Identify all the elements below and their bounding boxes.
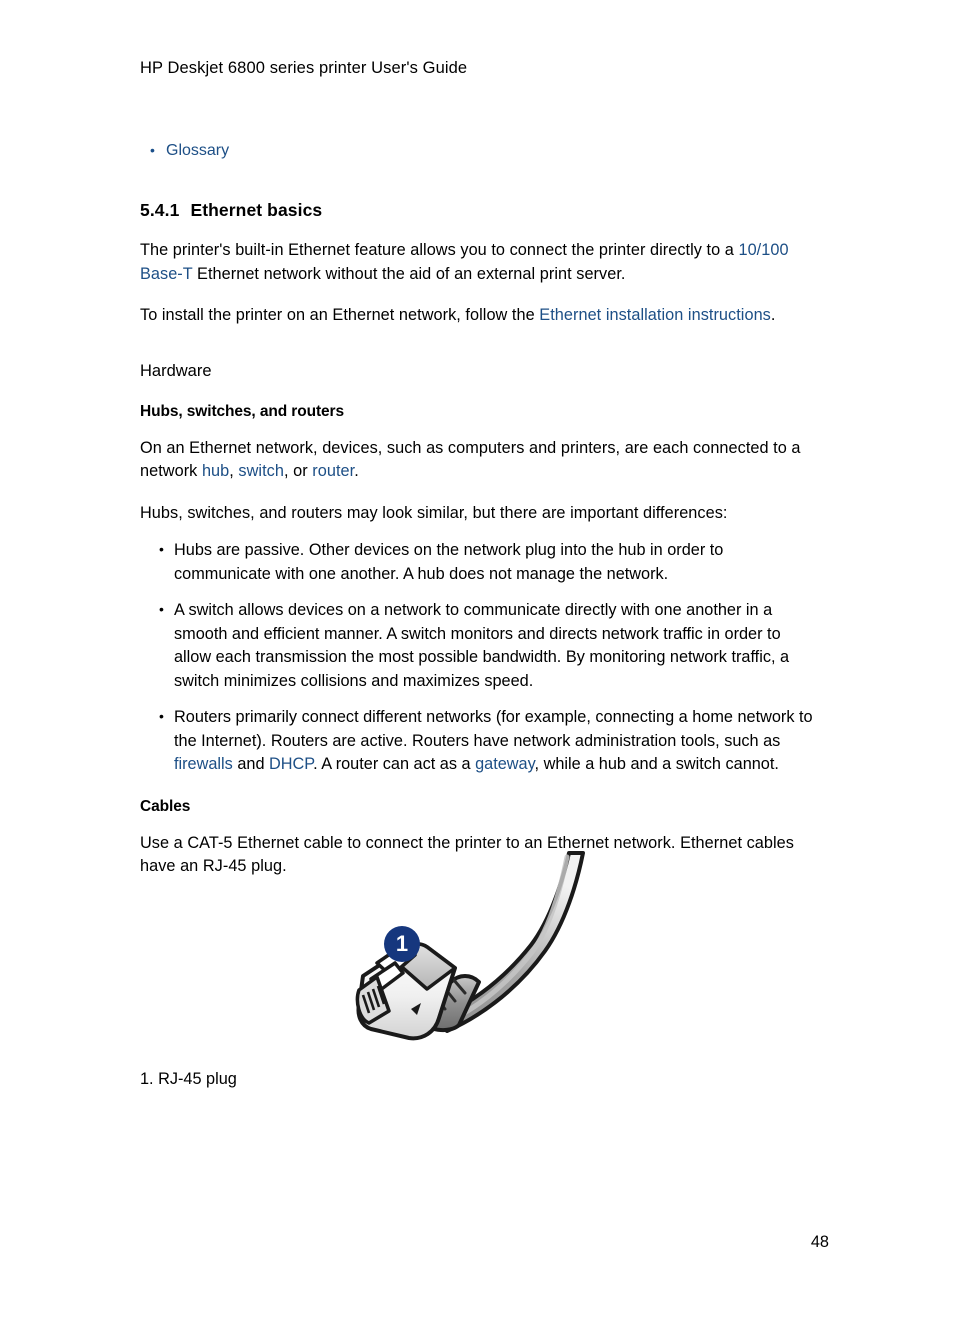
hardware-paragraph-1: On an Ethernet network, devices, such as… <box>140 437 820 484</box>
routers-part4: , while a hub and a switch cannot. <box>534 755 779 773</box>
figure-caption: 1. RJ-45 plug <box>140 1070 237 1088</box>
page-title: 5.4.1 Ethernet basics <box>140 199 820 221</box>
link-switch[interactable]: switch <box>238 462 284 480</box>
hardware-p1-part4: . <box>354 462 359 480</box>
list-item-switch: A switch allows devices on a network to … <box>140 598 820 693</box>
heading-hubs-switches-routers: Hubs, switches, and routers <box>140 402 345 420</box>
routers-part1: Routers primarily connect different netw… <box>174 708 813 750</box>
link-dhcp[interactable]: DHCP <box>269 755 313 773</box>
callout-label: 1 <box>396 931 408 956</box>
link-router[interactable]: router <box>312 462 354 480</box>
link-ethernet-installation-instructions[interactable]: Ethernet installation instructions <box>539 306 771 324</box>
install-text-part1: To install the printer on an Ethernet ne… <box>140 306 540 324</box>
heading-cables: Cables <box>140 797 191 815</box>
install-paragraph: To install the printer on an Ethernet ne… <box>140 304 820 328</box>
section-title: Ethernet basics <box>190 200 323 220</box>
differences-bullet-list: Hubs are passive. Other devices on the n… <box>140 538 820 777</box>
list-item-hubs: Hubs are passive. Other devices on the n… <box>140 538 820 586</box>
hardware-p1-part3: , or <box>283 462 313 480</box>
link-glossary[interactable]: Glossary <box>166 142 229 159</box>
routers-part3: . A router can act as a <box>313 755 476 773</box>
ethernet-cable-figure: 1 <box>355 843 605 1058</box>
install-text-part2: . <box>770 306 776 324</box>
hardware-paragraph-2: Hubs, switches, and routers may look sim… <box>140 503 728 522</box>
rj45-plug-icon: 1 <box>355 851 585 1041</box>
running-header: HP Deskjet 6800 series printer User's Gu… <box>140 59 468 77</box>
intro-text-part1: The printer's built-in Ethernet feature … <box>140 241 739 259</box>
document-page: HP Deskjet 6800 series printer User's Gu… <box>0 0 954 1321</box>
list-item: Glossary <box>140 139 820 162</box>
link-hub[interactable]: hub <box>202 462 229 480</box>
intro-text-part2: Ethernet network without the aid of an e… <box>192 264 626 283</box>
page-number: 48 <box>810 1233 829 1251</box>
intro-paragraph: The printer's built-in Ethernet feature … <box>140 239 820 286</box>
link-firewalls[interactable]: firewalls <box>174 755 233 773</box>
page-content: Glossary 5.4.1 Ethernet basics The printe… <box>140 139 820 879</box>
related-links-list: Glossary <box>140 139 820 162</box>
callout-1: 1 <box>384 926 420 962</box>
routers-part2: and <box>232 755 270 773</box>
section-number: 5.4.1 <box>140 200 180 220</box>
list-item-routers: Routers primarily connect different netw… <box>140 705 820 777</box>
heading-hardware: Hardware <box>140 361 212 380</box>
link-gateway[interactable]: gateway <box>475 755 534 773</box>
